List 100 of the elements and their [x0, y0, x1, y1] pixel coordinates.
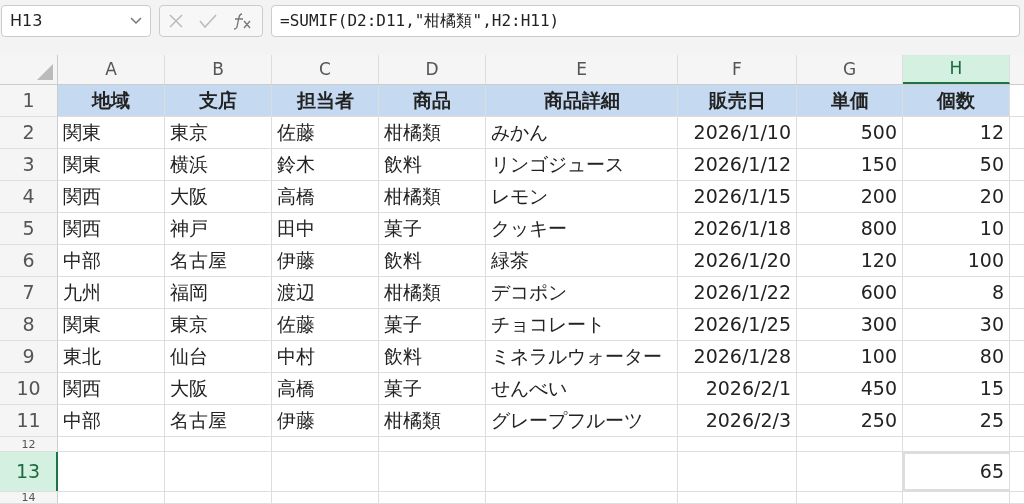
column-header[interactable]: D	[379, 55, 486, 84]
table-cell-text: 15	[979, 376, 1004, 402]
table-cell-text: ミネラルウォーター	[491, 344, 662, 370]
table-cell-text: クッキー	[491, 216, 567, 242]
table-cell-text: 東京	[170, 312, 208, 338]
table-cell-text: 100	[860, 344, 897, 370]
table-cell-text: 600	[860, 280, 897, 306]
column-header[interactable]: H	[903, 55, 1010, 84]
table-cell-text: 65	[979, 459, 1004, 485]
table-cell-text: 佐藤	[277, 120, 315, 146]
table-cell-text: 飲料	[384, 152, 422, 178]
table-cell-text: 高橋	[277, 184, 315, 210]
table-cell-text: 12	[979, 120, 1004, 146]
row-number[interactable]: 6	[0, 245, 58, 276]
table-cell-text: 名古屋	[170, 408, 227, 434]
table-cell-text: 仙台	[170, 344, 208, 370]
table-cell-text: 10	[979, 216, 1004, 242]
table-cell-text: 2026/1/28	[693, 344, 791, 370]
table-cell-text: 関東	[63, 152, 101, 178]
column-header[interactable]: B	[165, 55, 272, 84]
table-cell-text: 関西	[63, 376, 101, 402]
table-cell-text: 300	[860, 312, 897, 338]
table-cell-text: 25	[979, 408, 1004, 434]
check-icon[interactable]	[199, 13, 217, 29]
row-number[interactable]: 3	[0, 149, 58, 180]
table-cell-text: レモン	[491, 184, 548, 210]
table-cell-text: 関東	[63, 312, 101, 338]
column-title: 単価	[830, 88, 869, 114]
table-cell-text: 関東	[63, 120, 101, 146]
table-cell-text: 20	[979, 184, 1004, 210]
column-title: 個数	[937, 88, 975, 114]
column-header[interactable]: A	[58, 55, 165, 84]
table-cell-text: 関西	[63, 184, 101, 210]
table-cell-text: 中部	[63, 248, 101, 274]
table-cell-text: 2026/1/25	[693, 312, 791, 338]
triangle-icon	[37, 64, 53, 80]
row-number[interactable]: 9	[0, 341, 58, 372]
row-number[interactable]: 13	[0, 452, 58, 491]
table-cell-text: 柑橘類	[384, 120, 441, 146]
column-header[interactable]: E	[486, 55, 678, 84]
row-number[interactable]: 1	[0, 85, 58, 116]
table-cell-text: 大阪	[170, 376, 208, 402]
row-number[interactable]: 8	[0, 309, 58, 340]
column-header[interactable]: F	[678, 55, 797, 84]
table-cell-text: 東京	[170, 120, 208, 146]
table-cell-text: 2026/1/22	[693, 280, 791, 306]
table-cell-text: 名古屋	[170, 248, 227, 274]
table-cell-text: 250	[860, 408, 897, 434]
column-title: 販売日	[708, 88, 766, 114]
row-number[interactable]: 2	[0, 117, 58, 148]
table-cell-text: 菓子	[384, 312, 422, 338]
table-cell-text: 30	[979, 312, 1004, 338]
column-header[interactable]: C	[272, 55, 379, 84]
table-cell-text: グレープフルーツ	[491, 408, 643, 434]
table-cell-text: 柑橘類	[384, 280, 441, 306]
formula-field[interactable]: =SUMIF(D2:D11,"柑橘類",H2:H11)	[271, 5, 1020, 37]
table-cell-text: 2026/1/18	[693, 216, 791, 242]
table-cell-text: リンゴジュース	[491, 152, 624, 178]
table-cell-text: 九州	[63, 280, 101, 306]
table-cell-text: 菓子	[384, 216, 422, 242]
table-cell-text: 柑橘類	[384, 408, 441, 434]
table-cell-text: 緑茶	[491, 248, 529, 274]
table-cell-text: 高橋	[277, 376, 315, 402]
table-cell-text: 450	[860, 376, 897, 402]
table-cell-text: 80	[979, 344, 1004, 370]
table-cell-text: 伊藤	[277, 408, 315, 434]
table-cell-text: 東北	[63, 344, 101, 370]
table-cell-text: 150	[860, 152, 897, 178]
table-cell-text: 2026/1/20	[693, 248, 791, 274]
row-number[interactable]: 11	[0, 405, 58, 436]
table-cell-text: 200	[860, 184, 897, 210]
row-number[interactable]: 10	[0, 373, 58, 404]
table-cell-text: 大阪	[170, 184, 208, 210]
table-cell-text: 中村	[277, 344, 315, 370]
table-cell-text: 中部	[63, 408, 101, 434]
table-cell-text: 渡辺	[277, 280, 315, 306]
table-cell-text: 飲料	[384, 344, 422, 370]
row-number[interactable]: 4	[0, 181, 58, 212]
table-cell-text: 伊藤	[277, 248, 315, 274]
table-cell-text: チョコレート	[491, 312, 605, 338]
column-title: 商品	[413, 88, 451, 114]
row-number[interactable]: 7	[0, 277, 58, 308]
cancel-icon[interactable]	[167, 13, 184, 29]
table-cell-text: 鈴木	[277, 152, 315, 178]
table-cell-text: 2026/2/3	[705, 408, 791, 434]
row-number[interactable]: 5	[0, 213, 58, 244]
row-number[interactable]: 12	[0, 437, 58, 451]
table-cell-text: せんべい	[491, 376, 567, 402]
column-title: 商品詳細	[543, 88, 620, 114]
table-cell-text: 2026/1/10	[693, 120, 791, 146]
table-cell-text: みかん	[491, 120, 548, 146]
table-cell-text: 佐藤	[277, 312, 315, 338]
name-box[interactable]: H13	[1, 5, 151, 37]
table-cell-text: 柑橘類	[384, 184, 441, 210]
table-cell-text: 菓子	[384, 376, 422, 402]
row-number[interactable]: 14	[0, 492, 58, 503]
table-cell-text: 横浜	[170, 152, 208, 178]
table-cell-text: 500	[860, 120, 897, 146]
table-cell-text: 120	[860, 248, 897, 274]
column-title: 地域	[92, 88, 130, 114]
